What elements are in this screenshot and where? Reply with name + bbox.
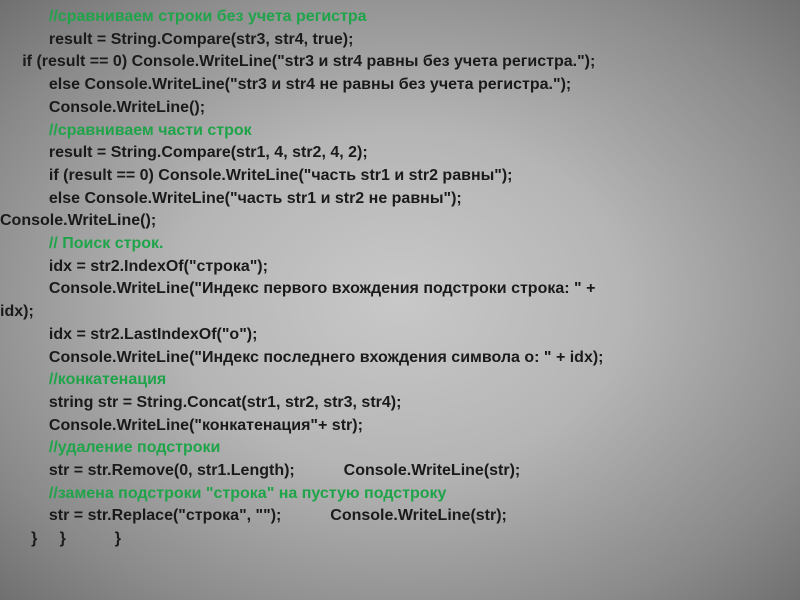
code-text: result = String.Compare(str3, str4, true…	[49, 31, 354, 48]
code-line: str = str.Remove(0, str1.Length); Consol…	[0, 460, 800, 483]
code-text: Console.WriteLine("Индекс последнего вхо…	[49, 349, 604, 366]
code-line: Console.WriteLine();	[0, 97, 800, 120]
comment-text: //сравниваем строки без учета регистра	[49, 8, 367, 25]
code-line: else Console.WriteLine("часть str1 и str…	[0, 188, 800, 211]
code-line: //замена подстроки "строка" на пустую по…	[0, 483, 800, 506]
code-line: idx = str2.LastIndexOf("o");	[0, 324, 800, 347]
code-line: idx);	[0, 301, 800, 324]
code-line: result = String.Compare(str1, 4, str2, 4…	[0, 142, 800, 165]
code-line: result = String.Compare(str3, str4, true…	[0, 29, 800, 52]
code-text: str = str.Replace("строка", ""); Console…	[49, 507, 507, 524]
code-block: //сравниваем строки без учета регистра r…	[0, 0, 800, 551]
comment-text: //сравниваем части строк	[49, 122, 252, 139]
code-text: string str = String.Concat(str1, str2, s…	[49, 394, 402, 411]
comment-text: //конкатенация	[49, 371, 166, 388]
comment-text: //удаление подстроки	[49, 439, 220, 456]
code-line: Console.WriteLine("Индекс последнего вхо…	[0, 347, 800, 370]
code-text: if (result == 0) Console.WriteLine("str3…	[22, 53, 595, 70]
code-line: Console.WriteLine();	[0, 210, 800, 233]
code-line: //конкатенация	[0, 369, 800, 392]
code-text: Console.WriteLine("Индекс первого вхожде…	[49, 280, 600, 297]
code-text: str = str.Remove(0, str1.Length); Consol…	[49, 462, 520, 479]
code-line: str = str.Replace("строка", ""); Console…	[0, 505, 800, 528]
code-text: } } }	[31, 530, 121, 547]
code-line: idx = str2.IndexOf("строка");	[0, 256, 800, 279]
comment-text: //замена подстроки "строка" на пустую по…	[49, 485, 447, 502]
code-text: if (result == 0) Console.WriteLine("част…	[49, 167, 513, 184]
code-line: //сравниваем части строк	[0, 120, 800, 143]
code-line: if (result == 0) Console.WriteLine("част…	[0, 165, 800, 188]
code-text: idx);	[0, 303, 34, 320]
code-text: idx = str2.IndexOf("строка");	[49, 258, 268, 275]
code-line: Console.WriteLine("конкатенация"+ str);	[0, 415, 800, 438]
code-text: Console.WriteLine();	[49, 99, 205, 116]
code-line: //удаление подстроки	[0, 437, 800, 460]
code-text: result = String.Compare(str1, 4, str2, 4…	[49, 144, 368, 161]
code-line: //сравниваем строки без учета регистра	[0, 6, 800, 29]
code-line: // Поиск строк.	[0, 233, 800, 256]
code-text: else Console.WriteLine("str3 и str4 не р…	[49, 76, 571, 93]
code-text: idx = str2.LastIndexOf("o");	[49, 326, 258, 343]
code-text: else Console.WriteLine("часть str1 и str…	[49, 190, 515, 207]
code-line: } } }	[0, 528, 800, 551]
code-line: Console.WriteLine("Индекс первого вхожде…	[0, 278, 800, 301]
code-line: if (result == 0) Console.WriteLine("str3…	[0, 51, 800, 74]
code-line: string str = String.Concat(str1, str2, s…	[0, 392, 800, 415]
code-text: Console.WriteLine("конкатенация"+ str);	[49, 417, 363, 434]
comment-text: // Поиск строк.	[49, 235, 164, 252]
code-text: Console.WriteLine();	[0, 212, 156, 229]
code-line: else Console.WriteLine("str3 и str4 не р…	[0, 74, 800, 97]
